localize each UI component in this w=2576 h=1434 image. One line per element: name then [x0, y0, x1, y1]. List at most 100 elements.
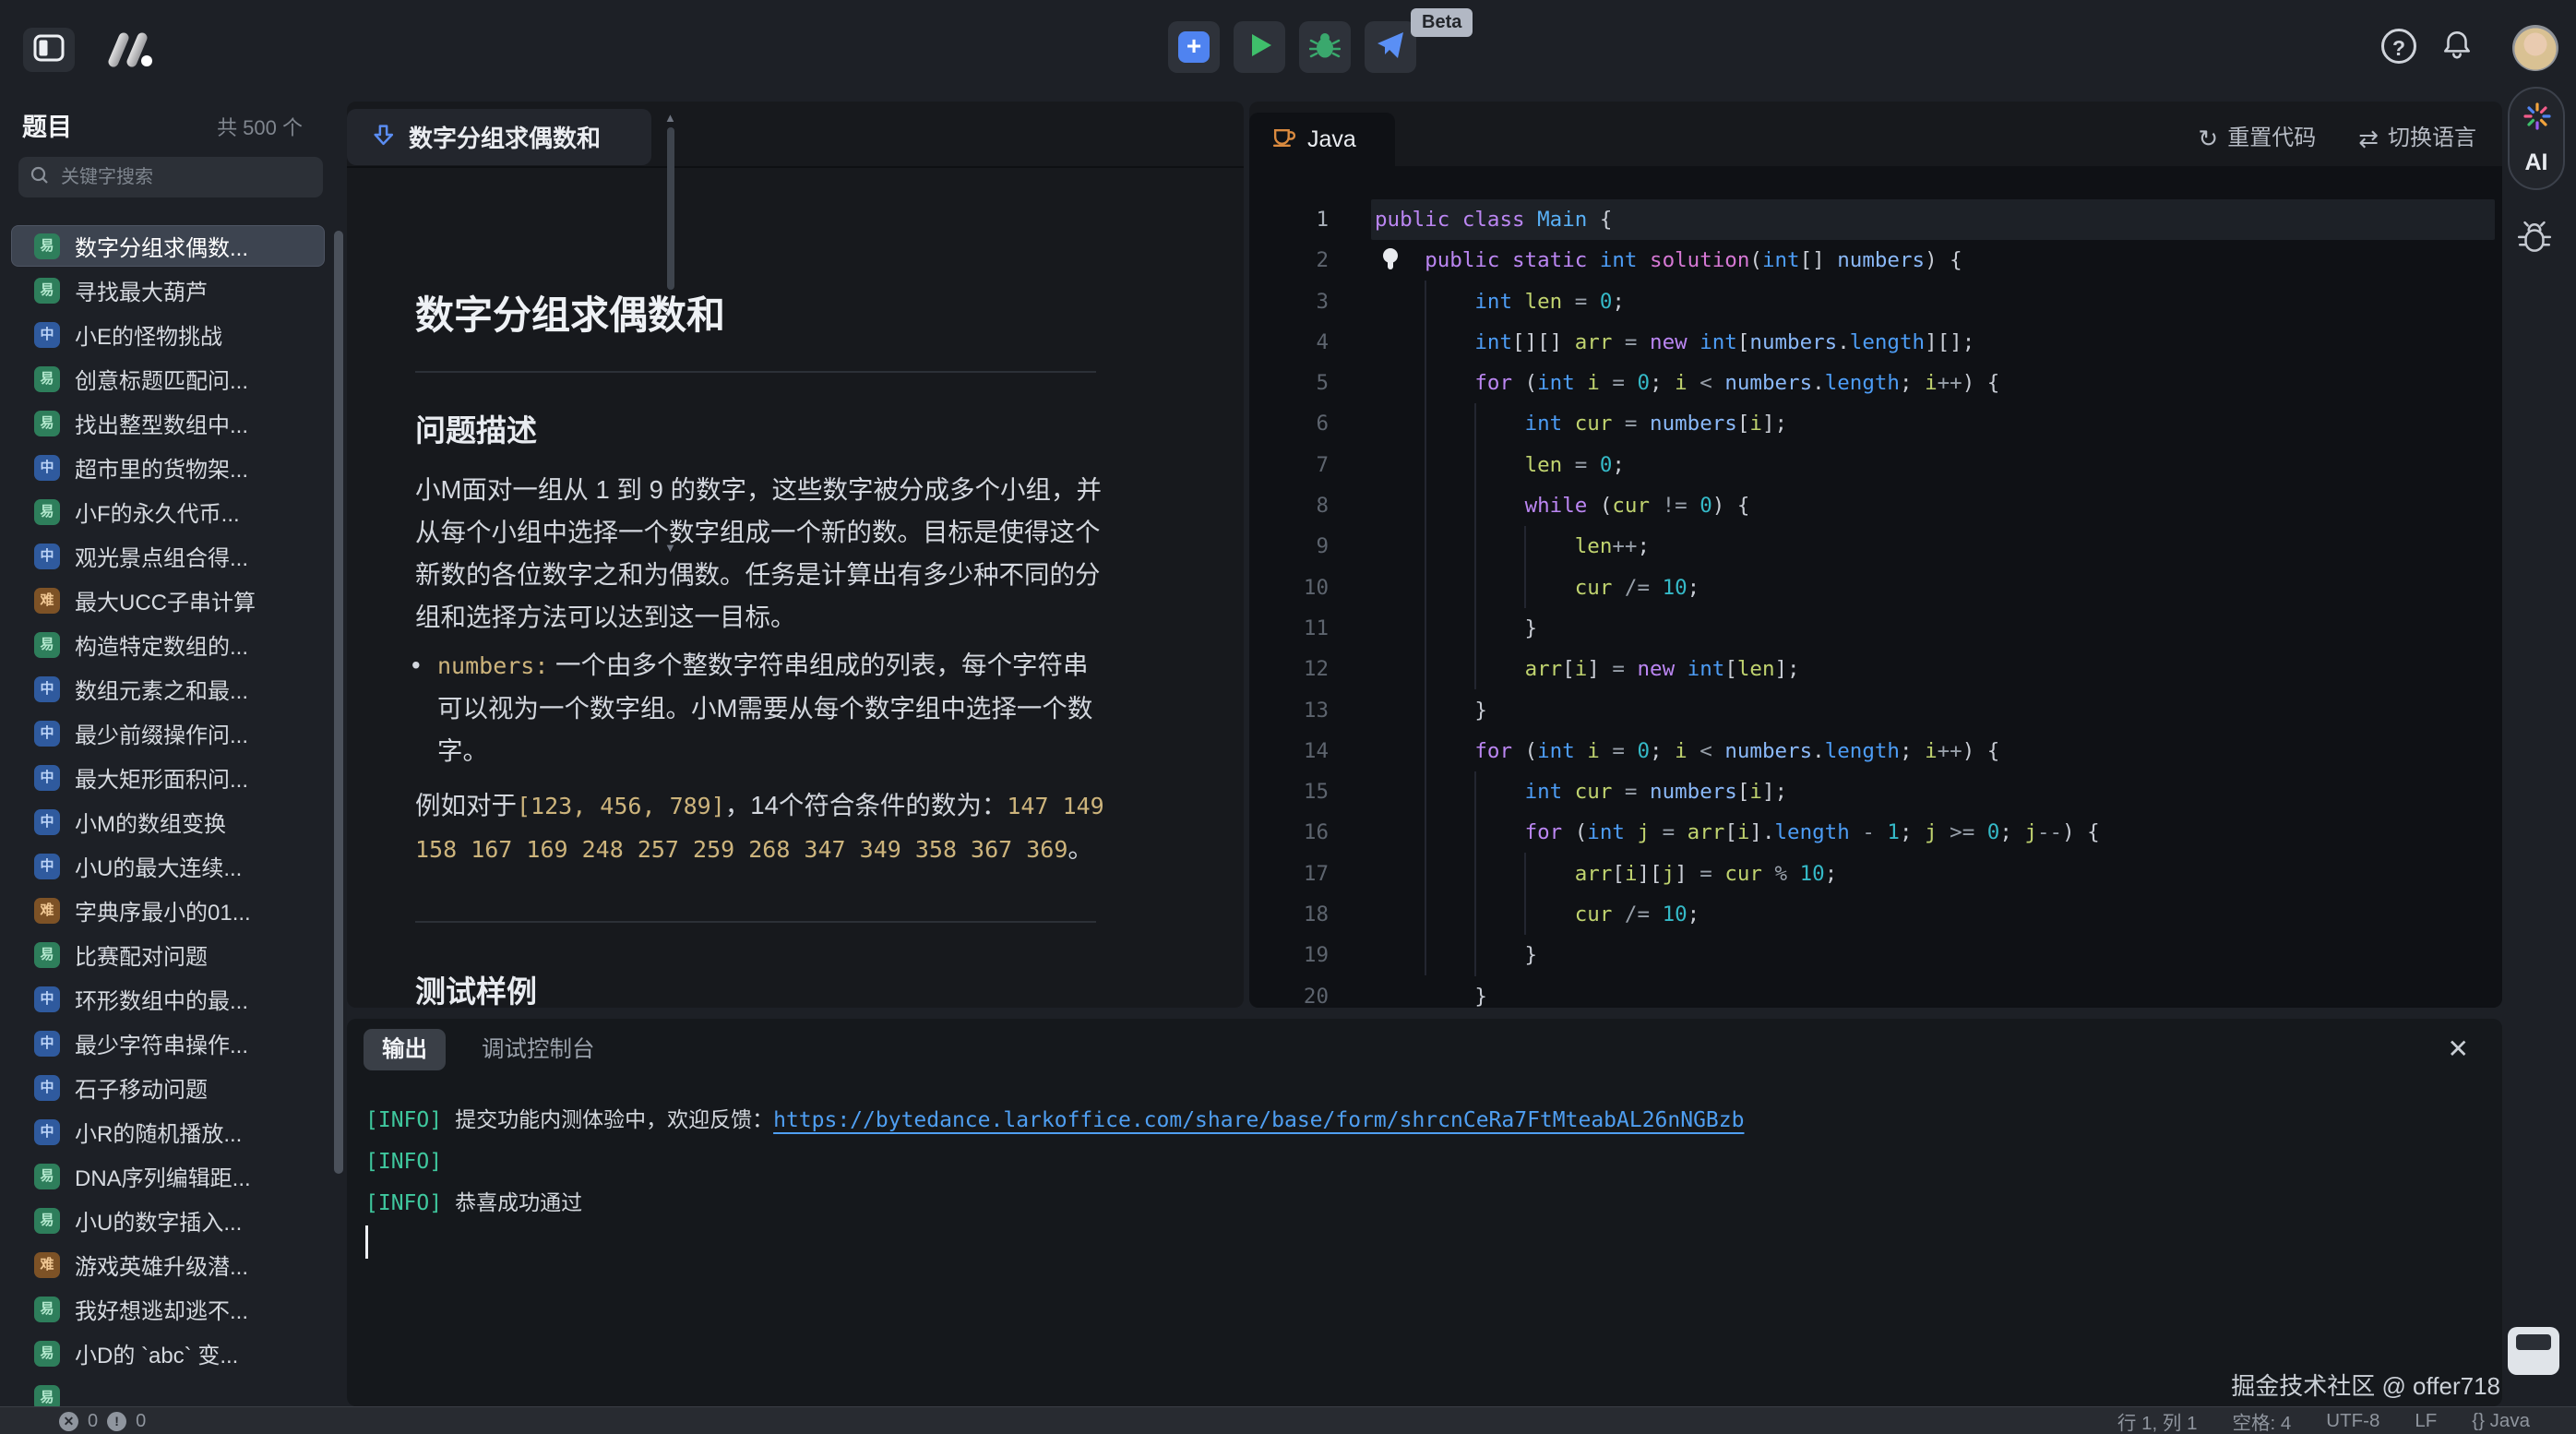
reset-icon: ↻	[2198, 125, 2218, 152]
list-item[interactable]: 易小D的 `abc` 变...	[11, 1332, 325, 1374]
log-message: 提交功能内测体验中，欢迎反馈：	[455, 1108, 773, 1132]
problem-item-title: 寻找最大葫芦	[75, 274, 208, 306]
list-item[interactable]: 中数组元素之和最...	[11, 668, 325, 710]
difficulty-badge: 难	[34, 1252, 60, 1278]
list-item[interactable]: 中最少字符串操作...	[11, 1022, 325, 1064]
warning-icon[interactable]: !	[107, 1412, 126, 1431]
problem-item-title: 字典序最小的01...	[75, 894, 251, 926]
difficulty-badge: 难	[34, 588, 60, 614]
problem-item-title: 石子移动问题	[75, 1071, 208, 1104]
difficulty-badge: 易	[34, 411, 60, 436]
log-list: [INFO]提交功能内测体验中，欢迎反馈：https://bytedance.l…	[365, 1100, 2465, 1225]
panel-bottom-icon	[2516, 1334, 2551, 1350]
line-number: 19	[1249, 935, 1329, 975]
scroll-up-icon[interactable]: ▲	[664, 111, 676, 125]
status-item[interactable]: {} Java	[2472, 1410, 2530, 1432]
problem-list: 易数字分组求偶数...易寻找最大葫芦中小E的怪物挑战易创意标题匹配问...易找出…	[11, 225, 325, 1406]
list-item[interactable]: 难游戏英雄升级潜...	[11, 1244, 325, 1285]
debug-panel-button[interactable]	[2515, 220, 2554, 263]
sidebar-toggle-button[interactable]	[23, 28, 75, 72]
line-number: 8	[1249, 485, 1329, 526]
difficulty-badge: 中	[34, 1031, 60, 1057]
example-text: 例如对于	[415, 791, 517, 819]
list-item[interactable]: 中超市里的货物架...	[11, 447, 325, 488]
submit-button[interactable]	[1365, 21, 1416, 73]
new-file-button[interactable]: +	[1168, 21, 1220, 73]
sidebar-scrollbar[interactable]	[334, 231, 343, 1174]
list-item[interactable]: 中观光景点组合得...	[11, 535, 325, 577]
parameter-bullet: •numbers: 一个由多个整数字符串组成的列表，每个字符串可以视为一个数字组…	[437, 644, 1098, 772]
list-item[interactable]: 中小U的最大连续...	[11, 845, 325, 887]
notifications-button[interactable]	[2440, 28, 2474, 66]
problem-item-title: 最少前缀操作问...	[75, 717, 248, 749]
list-item[interactable]: 易构造特定数组的...	[11, 624, 325, 665]
status-bar: ✕ 0 ! 0 行 1, 列 1空格: 4UTF-8LF{} Java	[0, 1406, 2576, 1434]
list-item[interactable]: 易比赛配对问题	[11, 934, 325, 975]
list-item[interactable]: 易小F的永久代币...	[11, 491, 325, 532]
list-item[interactable]: 中最少前缀操作问...	[11, 712, 325, 754]
line-number: 18	[1249, 894, 1329, 935]
list-item[interactable]: 易DNA序列编辑距...	[11, 1155, 325, 1197]
problem-heading: 数字分组求偶数和	[415, 284, 725, 341]
list-item[interactable]: 难字典序最小的01...	[11, 890, 325, 931]
status-item[interactable]: 空格: 4	[2232, 1407, 2291, 1434]
difficulty-badge: 易	[34, 1385, 60, 1407]
switch-language-button[interactable]: ⇄ 切换语言	[2358, 125, 2476, 152]
line-number: 12	[1249, 649, 1329, 689]
difficulty-badge: 中	[34, 322, 60, 348]
list-item[interactable]: 易我好想逃却逃不...	[11, 1288, 325, 1330]
tab-java[interactable]: Java	[1249, 113, 1395, 166]
close-icon[interactable]: ✕	[2448, 1034, 2469, 1064]
error-icon[interactable]: ✕	[59, 1412, 78, 1431]
list-item[interactable]: 易小U的数字插入...	[11, 1200, 325, 1241]
list-item[interactable]: 易找出整型数组中...	[11, 402, 325, 444]
problem-tab[interactable]: 数字分组求偶数和	[347, 109, 651, 165]
difficulty-badge: 中	[34, 544, 60, 569]
list-item[interactable]: 中最大矩形面积问...	[11, 757, 325, 798]
list-item[interactable]: 易创意标题匹配问...	[11, 358, 325, 400]
list-item[interactable]: 中石子移动问题	[11, 1067, 325, 1108]
list-item[interactable]: 中小E的怪物挑战	[11, 314, 325, 355]
problem-item-title: 小U的数字插入...	[75, 1204, 242, 1237]
list-item[interactable]: 易数字分组求偶数...	[11, 225, 325, 267]
problem-item-title: 小F的永久代币...	[75, 496, 240, 528]
line-number: 1	[1249, 199, 1329, 240]
status-item[interactable]: LF	[2415, 1410, 2437, 1432]
tab-debug-console[interactable]: 调试控制台	[469, 1029, 608, 1070]
paper-plane-icon	[1375, 30, 1406, 66]
status-item[interactable]: UTF-8	[2326, 1410, 2379, 1432]
tab-output[interactable]: 输出	[364, 1029, 446, 1070]
help-button[interactable]: ?	[2381, 29, 2416, 64]
list-item[interactable]: 易	[11, 1377, 325, 1406]
line-number: 4	[1249, 322, 1329, 363]
problem-item-title: 观光景点组合得...	[75, 540, 248, 572]
feedback-link[interactable]: https://bytedance.larkoffice.com/share/b…	[773, 1108, 1744, 1132]
difficulty-badge: 中	[34, 854, 60, 879]
search-box[interactable]	[18, 157, 323, 197]
bottom-panel-toggle-button[interactable]	[2508, 1327, 2559, 1375]
search-input[interactable]	[59, 166, 284, 189]
list-item[interactable]: 中小R的随机播放...	[11, 1111, 325, 1153]
divider	[347, 166, 1244, 168]
lightbulb-icon[interactable]	[1380, 246, 1401, 279]
bell-icon	[2440, 49, 2474, 65]
line-number: 9	[1249, 526, 1329, 567]
arrow-down-icon	[347, 123, 396, 152]
description-scrollbar[interactable]	[667, 127, 674, 290]
avatar[interactable]	[2512, 25, 2558, 71]
difficulty-badge: 易	[34, 278, 60, 304]
list-item[interactable]: 中环形数组中的最...	[11, 978, 325, 1020]
list-item[interactable]: 难最大UCC子串计算	[11, 580, 325, 621]
status-item[interactable]: 行 1, 列 1	[2117, 1407, 2198, 1434]
list-item[interactable]: 易寻找最大葫芦	[11, 269, 325, 311]
run-button[interactable]	[1234, 21, 1285, 73]
ai-assistant-button[interactable]: AI	[2508, 87, 2565, 190]
panel-left-icon	[33, 34, 65, 66]
debug-button[interactable]	[1299, 21, 1351, 73]
problem-item-title: 创意标题匹配问...	[75, 363, 248, 395]
output-panel: 输出 调试控制台 ✕ [INFO]提交功能内测体验中，欢迎反馈：https://…	[347, 1019, 2502, 1406]
list-item[interactable]: 中小M的数组变换	[11, 801, 325, 842]
difficulty-badge: 易	[34, 942, 60, 968]
reset-code-button[interactable]: ↻ 重置代码	[2198, 125, 2316, 152]
bullet-icon: •	[411, 644, 421, 687]
